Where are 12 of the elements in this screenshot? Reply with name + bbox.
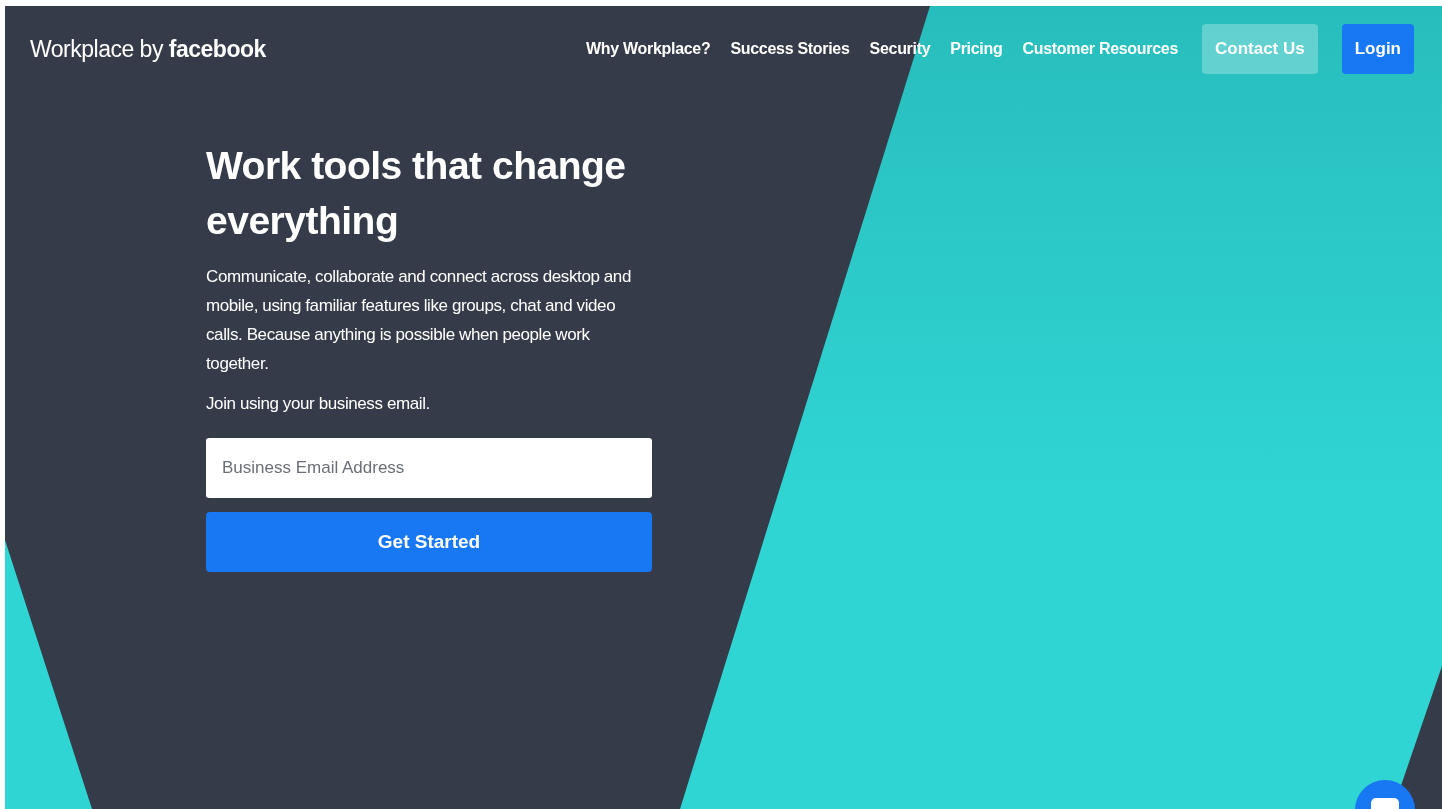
nav-link[interactable]: Pricing (950, 40, 1003, 58)
nav-link[interactable]: Success Stories (730, 40, 850, 58)
nav-link[interactable]: Customer Resources (1022, 40, 1178, 58)
logo[interactable]: Workplace by facebook (30, 35, 266, 63)
nav-link[interactable]: Why Workplace? (586, 40, 711, 58)
get-started-button[interactable]: Get Started (206, 512, 652, 572)
email-input-field[interactable]: Business Email Address (206, 438, 652, 498)
headline: Work tools that change everything (206, 143, 627, 244)
chat-icon (1371, 798, 1399, 809)
email-prompt: Join using your business email. (206, 394, 431, 414)
login-button[interactable]: Login (1341, 24, 1414, 74)
description: Communicate, collaborate and connect across desktop and mobile, using familiar features like groups, chat and video calls. Because anything is possible when people work together. (206, 266, 632, 375)
